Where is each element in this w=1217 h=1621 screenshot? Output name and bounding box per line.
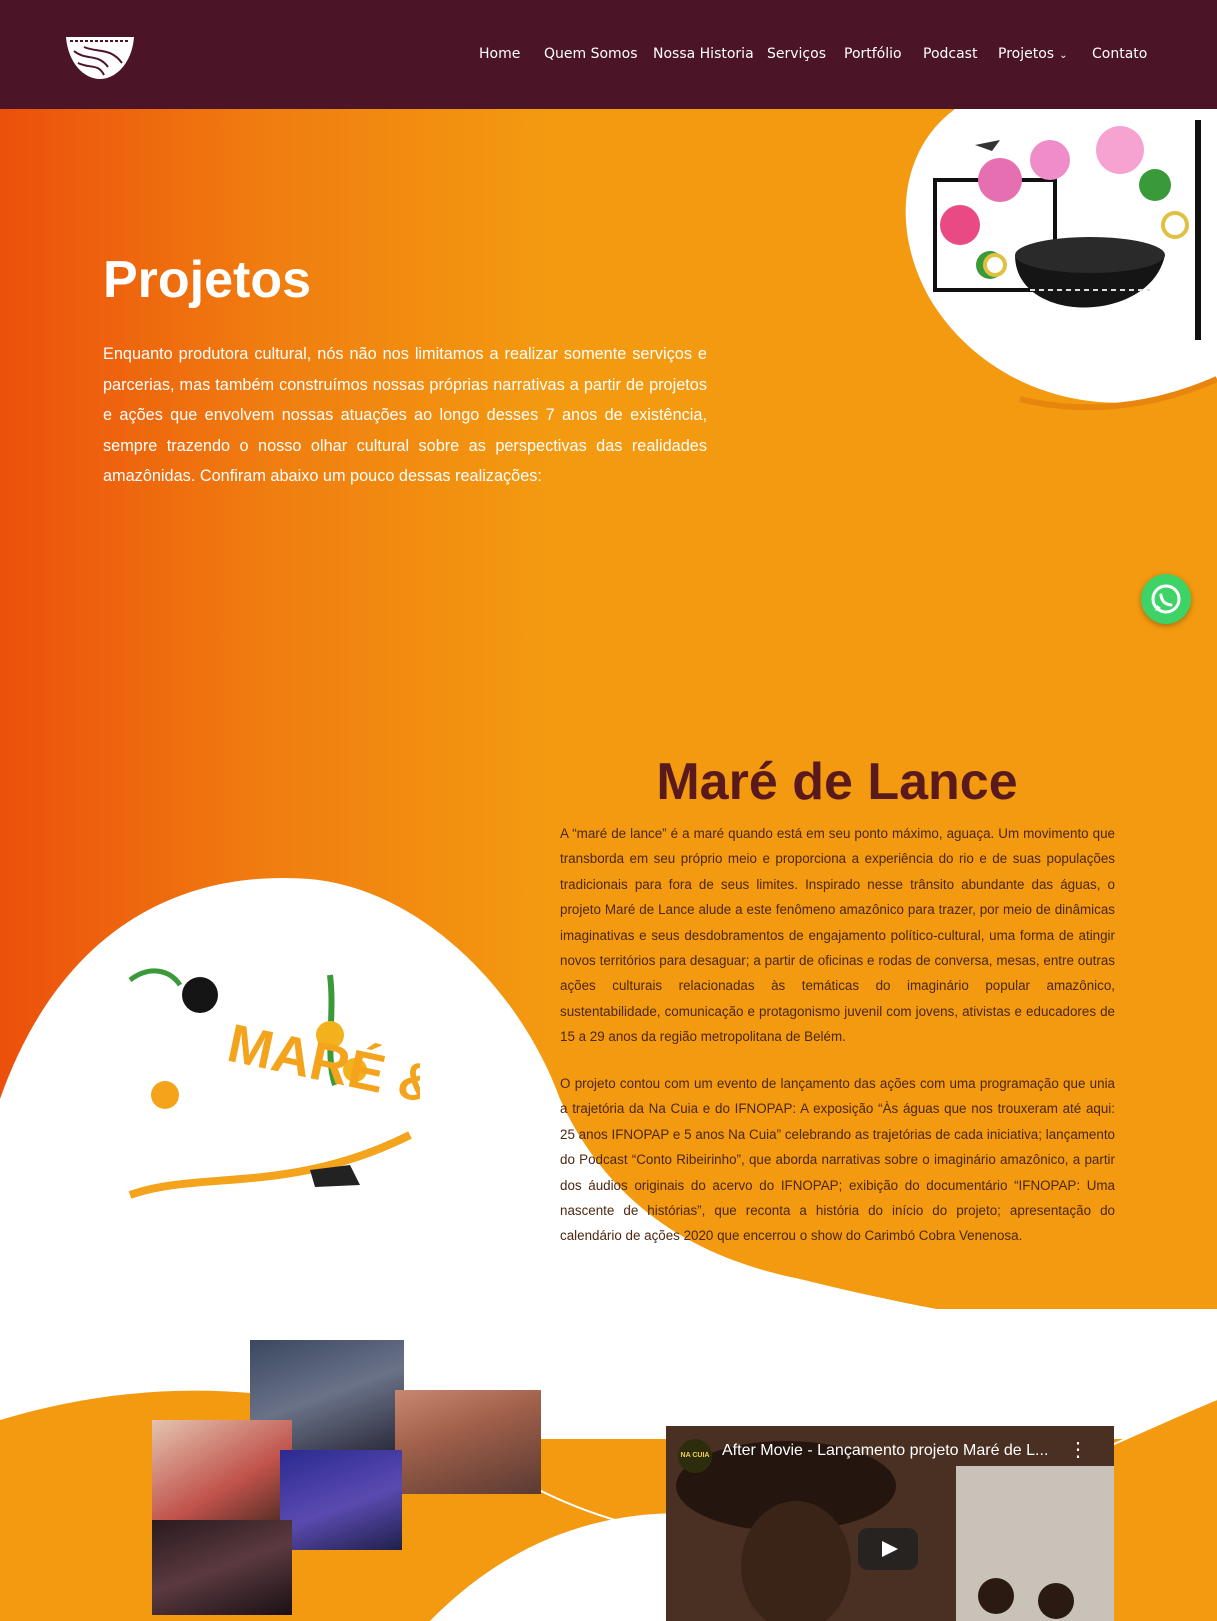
photo: [152, 1420, 292, 1524]
chevron-down-icon: ⌄: [1059, 50, 1068, 61]
mare-de-lance-logo: MARÉ & LANCE: [128, 968, 420, 1199]
whatsapp-icon: [1151, 584, 1181, 614]
intro-text: Enquanto produtora cultural, nós não nos…: [103, 345, 707, 486]
photo: [280, 1450, 402, 1550]
nav-projetos[interactable]: Projetos ⌄: [998, 46, 1067, 62]
kebab-menu-icon[interactable]: ⋮: [1068, 1440, 1088, 1460]
main-nav: Home Quem Somos Nossa Historia Serviços …: [470, 46, 1217, 70]
page-title: Projetos: [103, 251, 312, 309]
nav-nossa-historia[interactable]: Nossa Historia: [653, 46, 754, 62]
video-title[interactable]: After Movie - Lançamento projeto Maré de…: [722, 1442, 1048, 1460]
photo: [395, 1390, 541, 1494]
project-paragraph-2: O projeto contou com um evento de lançam…: [560, 1076, 1115, 1244]
project-paragraph-1: A “maré de lance” é a maré quando está e…: [560, 826, 1115, 1045]
flowers-bowl-illustration: [933, 120, 1201, 340]
site-header: Home Quem Somos Nossa Historia Serviços …: [0, 0, 1217, 109]
nav-portfolio[interactable]: Portfólio: [844, 46, 902, 62]
play-icon[interactable]: [858, 1528, 918, 1570]
project-title: Maré de Lance: [656, 753, 1018, 811]
nav-servicos[interactable]: Serviços: [767, 46, 826, 62]
whatsapp-button[interactable]: [1141, 574, 1191, 624]
video-embed[interactable]: NA CUIA After Movie - Lançamento projeto…: [666, 1426, 1114, 1621]
photo: [124, 1327, 262, 1419]
channel-avatar[interactable]: NA CUIA: [678, 1439, 712, 1473]
nav-podcast[interactable]: Podcast: [923, 46, 977, 62]
photo: [152, 1520, 292, 1615]
nav-home[interactable]: Home: [479, 46, 520, 62]
nav-quem-somos[interactable]: Quem Somos: [544, 46, 638, 62]
logo-text: MARÉ & LANCE: [223, 1013, 420, 1158]
nav-projetos-label: Projetos: [998, 46, 1055, 62]
bowl-logo[interactable]: [64, 33, 136, 81]
nav-contato[interactable]: Contato: [1092, 46, 1147, 62]
